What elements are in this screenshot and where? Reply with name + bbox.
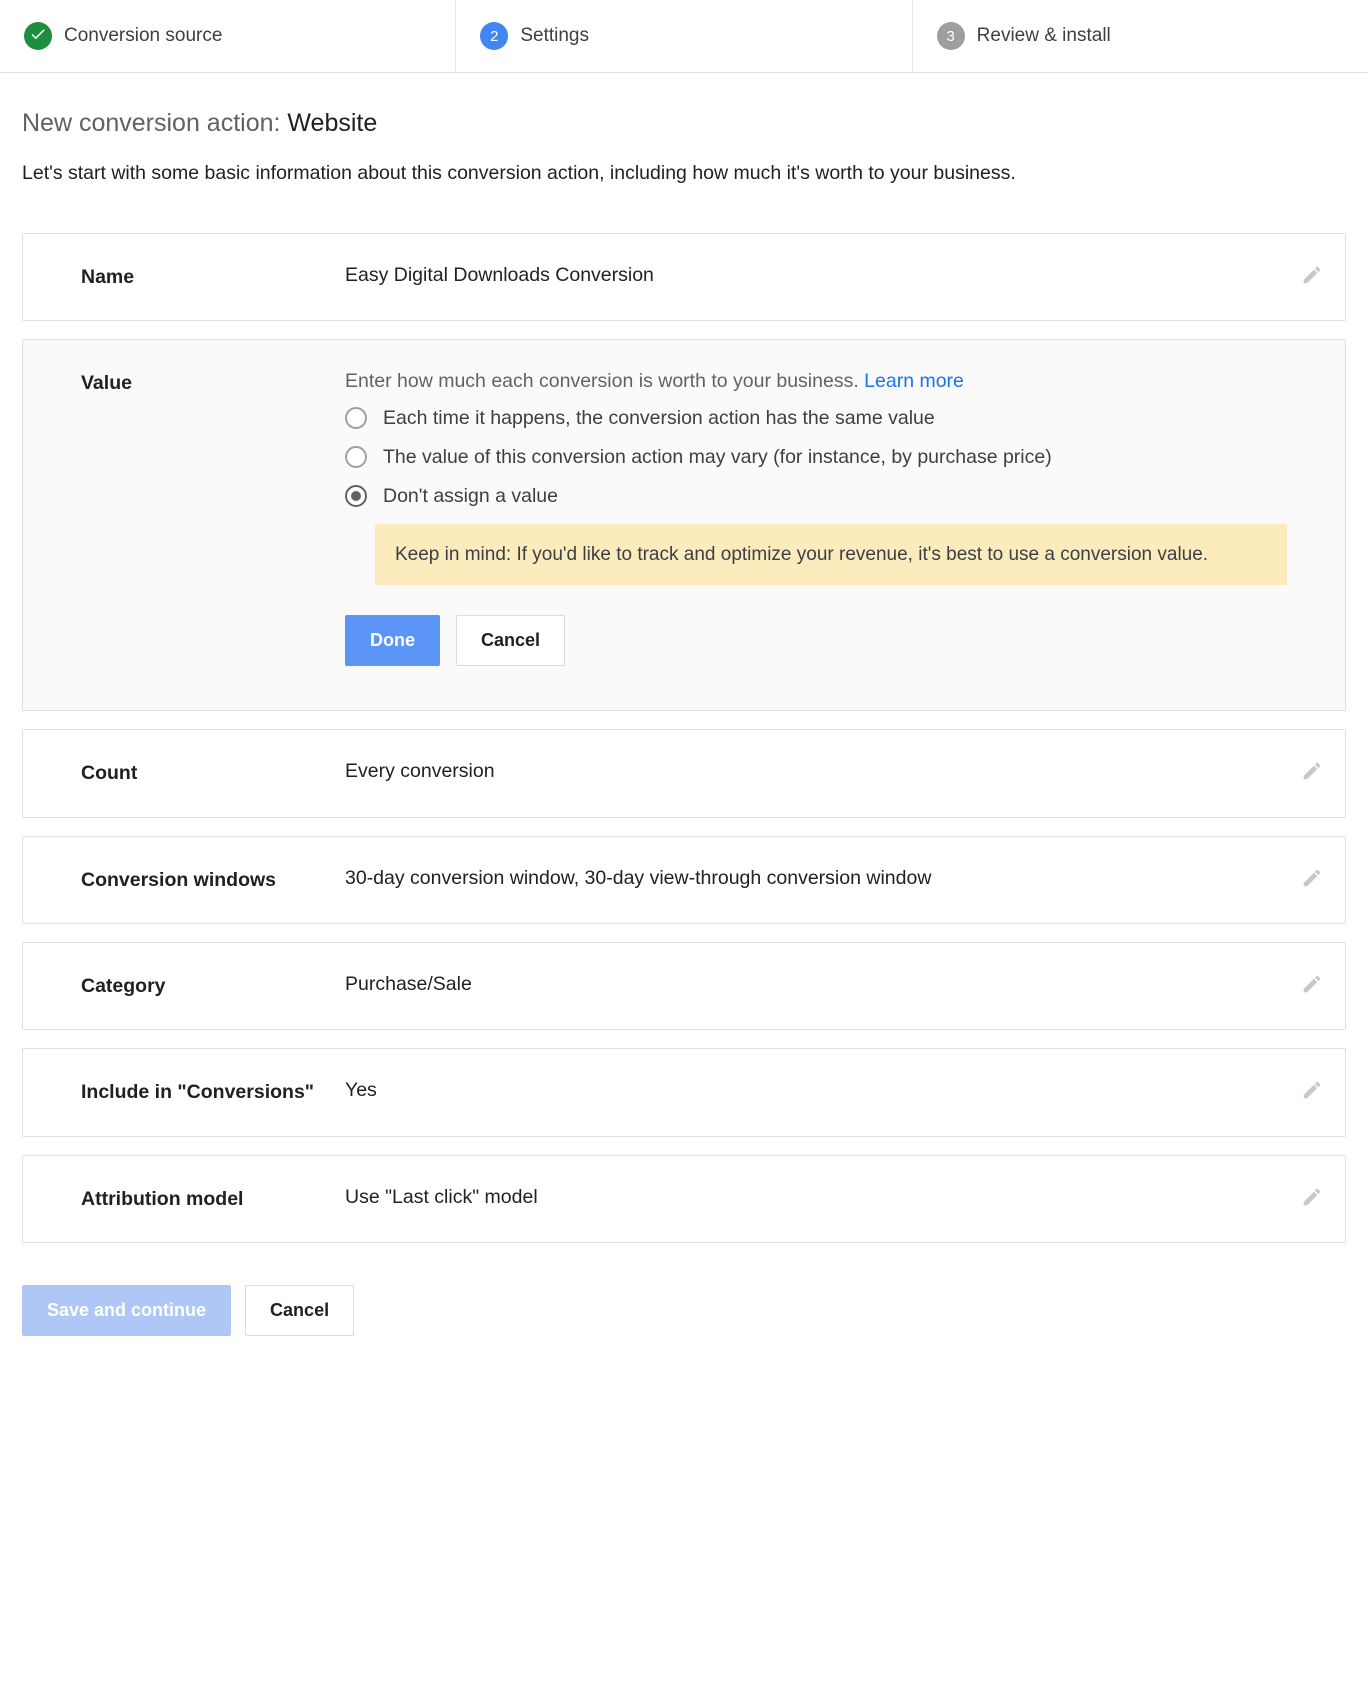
card-value: Value Enter how much each conversion is … — [22, 339, 1346, 711]
card-label: Category — [81, 973, 345, 999]
card-include-conversions: Include in "Conversions" Yes — [22, 1048, 1346, 1136]
radio-no-value[interactable]: Don't assign a value — [345, 485, 1287, 508]
title-strong: Website — [287, 109, 377, 137]
card-value: Yes — [345, 1079, 1321, 1102]
value-help-text: Enter how much each conversion is worth … — [345, 370, 964, 392]
radio-label: Don't assign a value — [383, 485, 558, 508]
card-name: Name Easy Digital Downloads Conversion — [22, 233, 1346, 321]
card-value: 30-day conversion window, 30-day view-th… — [345, 867, 1321, 890]
card-label: Include in "Conversions" — [81, 1079, 345, 1105]
cancel-button[interactable]: Cancel — [245, 1285, 354, 1336]
radio-icon — [345, 485, 367, 507]
pencil-icon[interactable] — [1301, 264, 1323, 286]
card-label: Count — [81, 760, 345, 786]
card-label: Attribution model — [81, 1186, 345, 1212]
pencil-icon[interactable] — [1301, 760, 1323, 782]
page-subtitle: Let's start with some basic information … — [22, 162, 1346, 185]
step-label: Settings — [520, 25, 589, 47]
page-title: New conversion action: Website — [22, 109, 1346, 138]
stepper: Conversion source 2 Settings 3 Review & … — [0, 0, 1368, 73]
radio-same-value[interactable]: Each time it happens, the conversion act… — [345, 407, 1287, 430]
card-value: Purchase/Sale — [345, 973, 1321, 996]
card-attribution-model: Attribution model Use "Last click" model — [22, 1155, 1346, 1243]
done-button[interactable]: Done — [345, 615, 440, 666]
pencil-icon[interactable] — [1301, 1079, 1323, 1101]
step-number-icon: 2 — [480, 22, 508, 50]
step-number-icon: 3 — [937, 22, 965, 50]
step-label: Review & install — [977, 25, 1111, 47]
warning-box: Keep in mind: If you'd like to track and… — [375, 524, 1287, 586]
step-label: Conversion source — [64, 25, 222, 47]
radio-label: Each time it happens, the conversion act… — [383, 407, 935, 430]
cancel-button[interactable]: Cancel — [456, 615, 565, 666]
radio-icon — [345, 446, 367, 468]
card-category: Category Purchase/Sale — [22, 942, 1346, 1030]
card-value: Every conversion — [345, 760, 1321, 783]
card-conversion-windows: Conversion windows 30-day conversion win… — [22, 836, 1346, 924]
main-container: New conversion action: Website Let's sta… — [0, 73, 1368, 1364]
radio-icon — [345, 407, 367, 429]
learn-more-link[interactable]: Learn more — [864, 370, 964, 392]
check-icon — [24, 22, 52, 50]
card-label: Conversion windows — [81, 867, 345, 893]
radio-varying-value[interactable]: The value of this conversion action may … — [345, 446, 1287, 469]
pencil-icon[interactable] — [1301, 867, 1323, 889]
card-label: Name — [81, 264, 345, 290]
card-value: Use "Last click" model — [345, 1186, 1321, 1209]
step-settings[interactable]: 2 Settings — [456, 0, 912, 72]
save-and-continue-button[interactable]: Save and continue — [22, 1285, 231, 1336]
pencil-icon[interactable] — [1301, 973, 1323, 995]
pencil-icon[interactable] — [1301, 1186, 1323, 1208]
title-prefix: New conversion action: — [22, 109, 287, 137]
step-conversion-source[interactable]: Conversion source — [0, 0, 456, 72]
step-review-install[interactable]: 3 Review & install — [913, 0, 1368, 72]
radio-label: The value of this conversion action may … — [383, 446, 1052, 469]
card-label: Value — [81, 370, 345, 396]
card-value: Easy Digital Downloads Conversion — [345, 264, 1321, 287]
card-count: Count Every conversion — [22, 729, 1346, 817]
